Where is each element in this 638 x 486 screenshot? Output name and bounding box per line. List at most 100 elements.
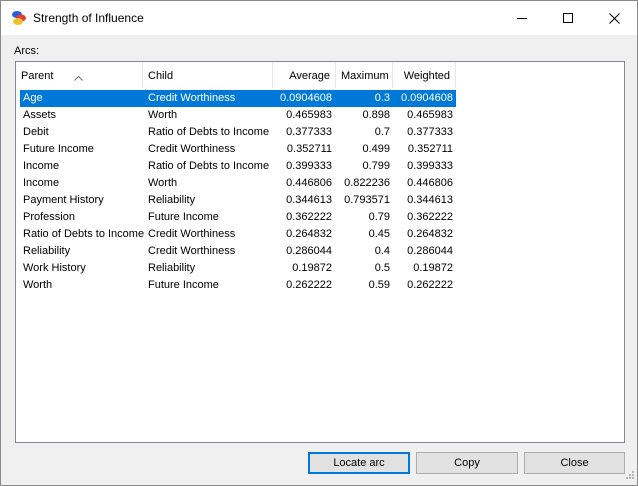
table-row[interactable]: Worth Future Income 0.262222 0.59 0.2622… [20, 277, 456, 294]
close-button[interactable]: Close [524, 452, 625, 474]
maximize-icon [563, 13, 573, 23]
close-window-button[interactable] [591, 1, 637, 35]
cell-parent: Debit [23, 126, 49, 138]
cell-child: Ratio of Debts to Income [148, 126, 270, 138]
table-row[interactable]: Income Worth 0.446806 0.822236 0.446806 [20, 175, 456, 192]
cell-child: Credit Worthiness [148, 228, 236, 240]
cell-child: Ratio of Debts to Income [148, 160, 270, 172]
cell-child: Reliability [148, 262, 196, 274]
table-row[interactable]: Work History Reliability 0.19872 0.5 0.1… [20, 260, 456, 277]
dialog-window: Strength of Influence Arcs: Parent Child… [0, 0, 638, 486]
cell-child: Credit Worthiness [148, 92, 236, 104]
cell-maximum: 0.4 [374, 245, 390, 257]
cell-maximum: 0.5 [374, 262, 390, 274]
table-row[interactable]: Profession Future Income 0.362222 0.79 0… [20, 209, 456, 226]
cell-maximum: 0.45 [368, 228, 390, 240]
cell-maximum: 0.3 [374, 92, 390, 104]
cell-parent: Payment History [23, 194, 104, 206]
cell-weighted: 0.465983 [407, 109, 453, 121]
arcs-label: Arcs: [14, 45, 40, 57]
column-header-child[interactable]: Child [143, 62, 273, 88]
cell-weighted: 0.344613 [407, 194, 453, 206]
cell-parent: Assets [23, 109, 57, 121]
cell-weighted: 0.262222 [407, 279, 453, 291]
cell-weighted: 0.286044 [407, 245, 453, 257]
cell-weighted: 0.399333 [407, 160, 453, 172]
column-header-parent[interactable]: Parent [16, 62, 143, 88]
sort-ascending-icon [74, 64, 83, 92]
title-bar[interactable]: Strength of Influence [1, 1, 637, 35]
cell-average: 0.362222 [286, 211, 332, 223]
column-header-label: Average [289, 70, 330, 82]
cell-maximum: 0.898 [362, 109, 390, 121]
cell-weighted: 0.352711 [407, 143, 453, 155]
cell-average: 0.262222 [286, 279, 332, 291]
column-header-label: Parent [21, 70, 54, 82]
cell-child: Future Income [148, 211, 219, 223]
table-row[interactable]: Reliability Credit Worthiness 0.286044 0… [20, 243, 456, 260]
table-row[interactable]: Debit Ratio of Debts to Income 0.377333 … [20, 124, 456, 141]
cell-average: 0.399333 [286, 160, 332, 172]
cell-child: Reliability [148, 194, 196, 206]
table-row[interactable]: Future Income Credit Worthiness 0.352711… [20, 141, 456, 158]
column-header-average[interactable]: Average [273, 62, 336, 88]
cell-parent: Income [23, 177, 60, 189]
network-icon [11, 10, 27, 26]
cell-average: 0.465983 [286, 109, 332, 121]
column-header-label: Child [148, 70, 174, 82]
column-header-label: Maximum [341, 70, 389, 82]
cell-weighted: 0.264832 [407, 228, 453, 240]
cell-maximum: 0.7 [374, 126, 390, 138]
cell-maximum: 0.499 [362, 143, 390, 155]
cell-average: 0.0904608 [280, 92, 332, 104]
cell-average: 0.352711 [286, 143, 332, 155]
table-row[interactable]: Assets Worth 0.465983 0.898 0.465983 [20, 107, 456, 124]
close-icon [608, 12, 620, 24]
cell-child: Credit Worthiness [148, 143, 236, 155]
cell-average: 0.344613 [286, 194, 332, 206]
cell-parent: Profession [23, 211, 75, 223]
minimize-button[interactable] [499, 1, 545, 35]
cell-maximum: 0.799 [362, 160, 390, 172]
locate-arc-button[interactable]: Locate arc [308, 452, 410, 474]
cell-average: 0.286044 [286, 245, 332, 257]
cell-parent: Work History [23, 262, 86, 274]
cell-maximum: 0.822236 [344, 177, 390, 189]
cell-child: Credit Worthiness [148, 245, 236, 257]
cell-maximum: 0.793571 [344, 194, 390, 206]
cell-parent: Future Income [23, 143, 94, 155]
cell-child: Worth [148, 109, 178, 121]
resize-grip-icon[interactable] [624, 469, 634, 482]
cell-weighted: 0.377333 [407, 126, 453, 138]
cell-parent: Worth [23, 279, 53, 291]
table-row[interactable]: Income Ratio of Debts to Income 0.399333… [20, 158, 456, 175]
column-header-maximum[interactable]: Maximum [336, 62, 393, 88]
cell-child: Worth [148, 177, 178, 189]
cell-parent: Age [23, 92, 43, 104]
cell-parent: Ratio of Debts to Income [23, 228, 145, 240]
list-header: Parent Child Average Maximum Weighted [16, 62, 624, 88]
cell-maximum: 0.79 [368, 211, 390, 223]
cell-weighted: 0.19872 [413, 262, 453, 274]
cell-average: 0.446806 [286, 177, 332, 189]
column-header-weighted[interactable]: Weighted [393, 62, 456, 88]
window-title: Strength of Influence [33, 11, 144, 25]
cell-parent: Income [23, 160, 60, 172]
cell-average: 0.19872 [292, 262, 332, 274]
arcs-list[interactable]: Parent Child Average Maximum Weighted Ag… [15, 61, 625, 443]
table-row[interactable]: Ratio of Debts to Income Credit Worthine… [20, 226, 456, 243]
cell-average: 0.264832 [286, 228, 332, 240]
table-row[interactable]: Payment History Reliability 0.344613 0.7… [20, 192, 456, 209]
cell-parent: Reliability [23, 245, 71, 257]
cell-weighted: 0.0904608 [401, 92, 453, 104]
maximize-button[interactable] [545, 1, 591, 35]
cell-average: 0.377333 [286, 126, 332, 138]
cell-weighted: 0.446806 [407, 177, 453, 189]
cell-child: Future Income [148, 279, 219, 291]
cell-weighted: 0.362222 [407, 211, 453, 223]
column-header-label: Weighted [403, 70, 450, 82]
minimize-icon [517, 13, 527, 23]
table-row[interactable]: Age Credit Worthiness 0.0904608 0.3 0.09… [20, 90, 456, 107]
cell-maximum: 0.59 [368, 279, 390, 291]
copy-button[interactable]: Copy [416, 452, 518, 474]
